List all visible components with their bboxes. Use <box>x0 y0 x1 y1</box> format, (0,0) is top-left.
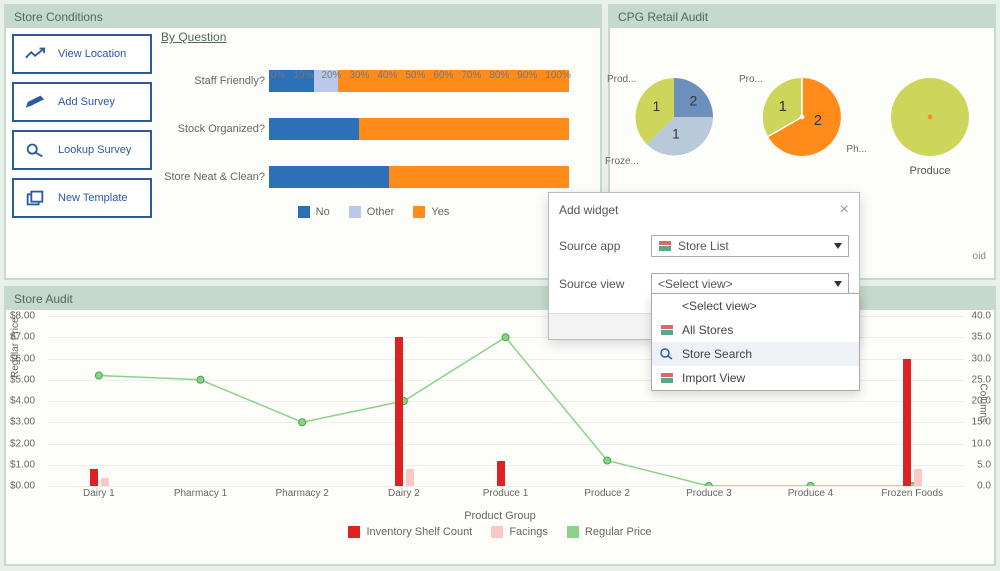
pie-chart-3: Produce <box>875 78 985 177</box>
byq-legend: No Other Yes <box>161 206 586 221</box>
chevron-down-icon <box>834 281 842 287</box>
by-question-chart: By Question 0%10%20%30%40%50%60%70%80%90… <box>161 30 586 275</box>
source-view-select[interactable]: <Select view> <box>651 273 849 295</box>
source-view-label: Source view <box>559 277 651 291</box>
nav-label: Add Survey <box>58 96 115 108</box>
source-app-label: Source app <box>559 239 651 253</box>
panel-store-conditions: Store Conditions View Location Add Surve… <box>4 4 602 280</box>
byq-axis: 0%10%20%30%40%50%60%70%80%90%100% <box>271 70 571 81</box>
source-app-select[interactable]: Store List <box>651 235 849 257</box>
legend-other: Other <box>367 206 395 218</box>
store-icon <box>658 240 672 252</box>
byq-category-label: Stock Organized? <box>161 123 269 135</box>
source-view-value: <Select view> <box>658 277 733 291</box>
pie-label: Prod... <box>607 74 636 85</box>
option-placeholder[interactable]: <Select view> <box>652 294 859 318</box>
trend-up-icon <box>24 45 46 63</box>
legend-fac: Facings <box>509 526 548 538</box>
chevron-down-icon <box>834 243 842 249</box>
byq-category-label: Staff Friendly? <box>161 75 269 87</box>
svg-text:1: 1 <box>653 99 661 114</box>
svg-text:1: 1 <box>672 126 680 141</box>
svg-text:2: 2 <box>690 93 698 108</box>
pencil-icon <box>24 93 46 111</box>
view-location-button[interactable]: View Location <box>12 34 152 74</box>
add-survey-button[interactable]: Add Survey <box>12 82 152 122</box>
byq-category-label: Store Neat & Clean? <box>161 171 269 183</box>
pie-label: Froze... <box>605 156 639 167</box>
source-view-dropdown: <Select view> All Stores Store Search Im… <box>651 293 860 391</box>
lookup-survey-button[interactable]: Lookup Survey <box>12 130 152 170</box>
chart-title: By Question <box>161 30 586 44</box>
close-icon[interactable]: × <box>840 201 849 219</box>
y-axis-label-left: Regular Price <box>10 317 21 378</box>
pie-chart-2: 2 1 Pro... Ph... <box>747 78 857 177</box>
x-axis-categories: Dairy 1Pharmacy 1Pharmacy 2Dairy 2Produc… <box>48 488 963 499</box>
svg-text:1: 1 <box>779 99 787 115</box>
dialog-title: Add widget <box>559 203 618 217</box>
legend-inv: Inventory Shelf Count <box>366 526 472 538</box>
pie-chart-1: 2 1 1 Prod... Froze... <box>619 78 729 177</box>
panel-title: Store Conditions <box>6 6 600 28</box>
search-icon <box>660 348 674 360</box>
pie-label: Pro... <box>739 74 763 85</box>
store-audit-legend: Inventory Shelf Count Facings Regular Pr… <box>6 526 994 541</box>
legend-yes: Yes <box>431 206 449 218</box>
option-all-stores[interactable]: All Stores <box>652 318 859 342</box>
store-icon <box>660 372 674 384</box>
byq-bar <box>269 118 569 140</box>
nav-label: View Location <box>58 48 126 60</box>
source-app-value: Store List <box>678 239 729 253</box>
nav-label: New Template <box>58 192 128 204</box>
legend-price: Regular Price <box>585 526 652 538</box>
panel-title: CPG Retail Audit <box>610 6 994 28</box>
option-import-view[interactable]: Import View <box>652 366 859 390</box>
sidebar: View Location Add Survey Lookup Survey N… <box>12 34 152 226</box>
svg-text:2: 2 <box>814 113 822 129</box>
nav-label: Lookup Survey <box>58 144 131 156</box>
legend-no: No <box>316 206 330 218</box>
option-store-search[interactable]: Store Search <box>652 342 859 366</box>
truncated-text: oid <box>973 251 986 262</box>
new-template-button[interactable]: New Template <box>12 178 152 218</box>
x-axis-label: Product Group <box>6 510 994 522</box>
pie-label: Ph... <box>846 144 867 155</box>
search-icon <box>24 141 46 159</box>
pie-label: Produce <box>875 165 985 177</box>
byq-bar <box>269 166 569 188</box>
store-icon <box>660 324 674 336</box>
documents-icon <box>24 189 46 207</box>
